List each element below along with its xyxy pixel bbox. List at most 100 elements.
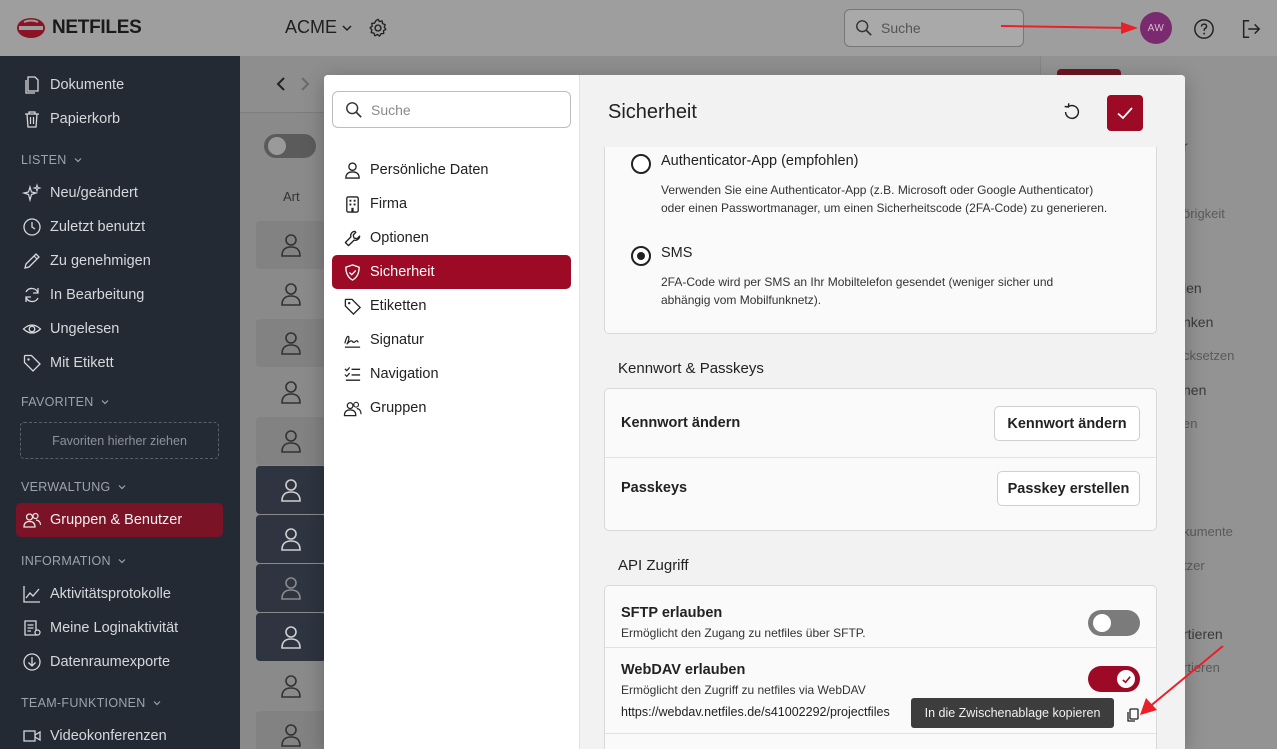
- netfiles-logo[interactable]: NETFILES: [16, 17, 142, 39]
- settings-search-placeholder: Suche: [371, 101, 411, 118]
- nav-item-datenraumexporte[interactable]: Datenraumexporte: [22, 649, 170, 675]
- gear-icon[interactable]: [367, 17, 389, 39]
- right-panel-item[interactable]: kumente: [1183, 524, 1233, 539]
- nav-item-neu-geaendert[interactable]: Neu/geändert: [22, 180, 138, 206]
- create-passkey-button[interactable]: Passkey erstellen: [997, 471, 1140, 506]
- table-row[interactable]: [256, 564, 326, 612]
- nav-label: In Bearbeitung: [50, 287, 145, 303]
- option-authenticator-description: Verwenden Sie eine Authenticator-App (z.…: [661, 183, 1108, 215]
- table-row[interactable]: [256, 270, 326, 318]
- chevron-left-icon[interactable]: [274, 76, 288, 92]
- global-search-placeholder: Suche: [881, 20, 921, 36]
- right-panel-item[interactable]: rtieren: [1183, 626, 1223, 642]
- documents-icon: [25, 76, 39, 94]
- nav-section-favoriten[interactable]: FAVORITEN: [21, 395, 110, 409]
- help-icon[interactable]: [1193, 18, 1215, 40]
- nav-item-zu-genehmigen[interactable]: Zu genehmigen: [22, 248, 151, 274]
- column-header-art[interactable]: Art: [283, 189, 300, 204]
- nav-section-label: TEAM-FUNKTIONEN: [21, 696, 146, 710]
- logo-mark-icon: [17, 18, 45, 38]
- checkmark-icon: [1117, 107, 1133, 120]
- table-row[interactable]: [256, 417, 326, 465]
- nav-item-loginaktivitaet[interactable]: Meine Loginaktivität: [22, 615, 178, 641]
- right-panel-item[interactable]: örigkeit: [1183, 206, 1225, 221]
- save-button[interactable]: [1107, 95, 1143, 131]
- copy-tooltip: In die Zwischenablage kopieren: [911, 698, 1114, 728]
- right-panel-item[interactable]: nken: [1183, 314, 1213, 330]
- sparkle-icon: [22, 183, 42, 203]
- nav-label: Ungelesen: [50, 321, 120, 337]
- background-toggle[interactable]: [264, 134, 316, 158]
- nav-section-team[interactable]: TEAM-FUNKTIONEN: [21, 696, 162, 710]
- right-panel-item[interactable]: nen: [1183, 382, 1206, 398]
- radio-authenticator-app[interactable]: [631, 154, 651, 174]
- nav-item-zuletzt-benutzt[interactable]: Zuletzt benutzt: [22, 214, 145, 240]
- copy-icon[interactable]: [1125, 707, 1141, 723]
- divider: [605, 647, 1156, 648]
- person-icon: [281, 528, 301, 551]
- nav-label: Zuletzt benutzt: [50, 219, 146, 235]
- table-row[interactable]: [256, 368, 326, 416]
- settings-item-signatur[interactable]: Signatur: [332, 323, 571, 357]
- nav-section-listen[interactable]: LISTEN: [21, 153, 83, 167]
- chevron-down-icon: [74, 158, 81, 163]
- settings-item-gruppen[interactable]: Gruppen: [332, 391, 571, 425]
- nav-label: Gruppen & Benutzer: [50, 512, 183, 528]
- top-bar: NETFILES ACME Suche AW: [0, 0, 1277, 56]
- settings-item-etiketten[interactable]: Etiketten: [332, 289, 571, 323]
- settings-item-label: Etiketten: [370, 298, 427, 314]
- settings-item-optionen[interactable]: Optionen: [332, 221, 571, 255]
- settings-search-input[interactable]: Suche: [332, 91, 571, 128]
- table-row[interactable]: [256, 515, 326, 563]
- table-row[interactable]: [256, 662, 326, 710]
- nav-item-mit-etikett[interactable]: Mit Etikett: [22, 350, 114, 376]
- company-name: ACME: [285, 17, 338, 37]
- change-password-button[interactable]: Kennwort ändern: [994, 406, 1140, 441]
- nav-section-verwaltung[interactable]: VERWALTUNG: [21, 480, 127, 494]
- settings-item-label: Signatur: [370, 332, 425, 348]
- person-icon: [281, 283, 301, 306]
- nav-label: Papierkorb: [50, 111, 121, 127]
- nav-item-dokumente[interactable]: Dokumente: [22, 72, 124, 98]
- sftp-toggle[interactable]: [1088, 610, 1140, 636]
- logout-icon[interactable]: [1240, 18, 1262, 40]
- nav-item-videokonferenzen[interactable]: Videokonferenzen: [22, 723, 167, 749]
- search-icon: [346, 101, 362, 118]
- nav-item-gruppen-benutzer[interactable]: Gruppen & Benutzer: [22, 507, 182, 533]
- undo-icon[interactable]: [1061, 101, 1083, 123]
- settings-item-sicherheit[interactable]: Sicherheit: [332, 255, 571, 289]
- nav-item-ungelesen[interactable]: Ungelesen: [22, 316, 119, 342]
- table-row[interactable]: [256, 319, 326, 367]
- nav-section-information[interactable]: INFORMATION: [21, 554, 127, 568]
- nav-section-label: VERWALTUNG: [21, 480, 111, 494]
- settings-item-navigation[interactable]: Navigation: [332, 357, 571, 391]
- settings-item-firma[interactable]: Firma: [332, 187, 571, 221]
- clock-icon: [23, 218, 41, 236]
- nav-item-aktivitaetsprotokolle[interactable]: Aktivitätsprotokolle: [22, 581, 171, 607]
- webdav-url: https://webdav.netfiles.de/s41002292/pro…: [621, 705, 890, 719]
- table-row[interactable]: [256, 711, 326, 749]
- logo-text: NETFILES: [52, 17, 142, 38]
- table-row[interactable]: [256, 613, 326, 661]
- chevron-right-icon[interactable]: [298, 76, 312, 92]
- nav-item-in-bearbeitung[interactable]: In Bearbeitung: [22, 282, 144, 308]
- user-avatar[interactable]: AW: [1140, 12, 1172, 44]
- radio-sms[interactable]: [631, 246, 651, 266]
- nav-item-papierkorb[interactable]: Papierkorb: [22, 106, 120, 132]
- right-panel-item[interactable]: cksetzen: [1183, 348, 1234, 363]
- divider: [605, 457, 1156, 458]
- activity-chart-icon: [23, 586, 40, 603]
- webdav-toggle[interactable]: [1088, 666, 1140, 692]
- settings-dialog: Suche Persönliche Daten Firma Optionen S…: [324, 75, 1185, 749]
- right-panel-item[interactable]: len: [1183, 280, 1202, 296]
- settings-item-persoenliche-daten[interactable]: Persönliche Daten: [332, 153, 571, 187]
- table-row[interactable]: [256, 466, 326, 514]
- nav-label: Aktivitätsprotokolle: [50, 586, 171, 602]
- right-panel-item[interactable]: rtieren: [1183, 660, 1220, 675]
- global-search-input[interactable]: Suche: [844, 9, 1024, 47]
- company-selector[interactable]: ACME: [285, 17, 353, 38]
- table-row[interactable]: [256, 221, 326, 269]
- right-panel-item[interactable]: tzer: [1183, 558, 1205, 573]
- favorites-drop-zone[interactable]: Favoriten hierher ziehen: [20, 422, 219, 459]
- right-panel-item[interactable]: en: [1183, 416, 1197, 431]
